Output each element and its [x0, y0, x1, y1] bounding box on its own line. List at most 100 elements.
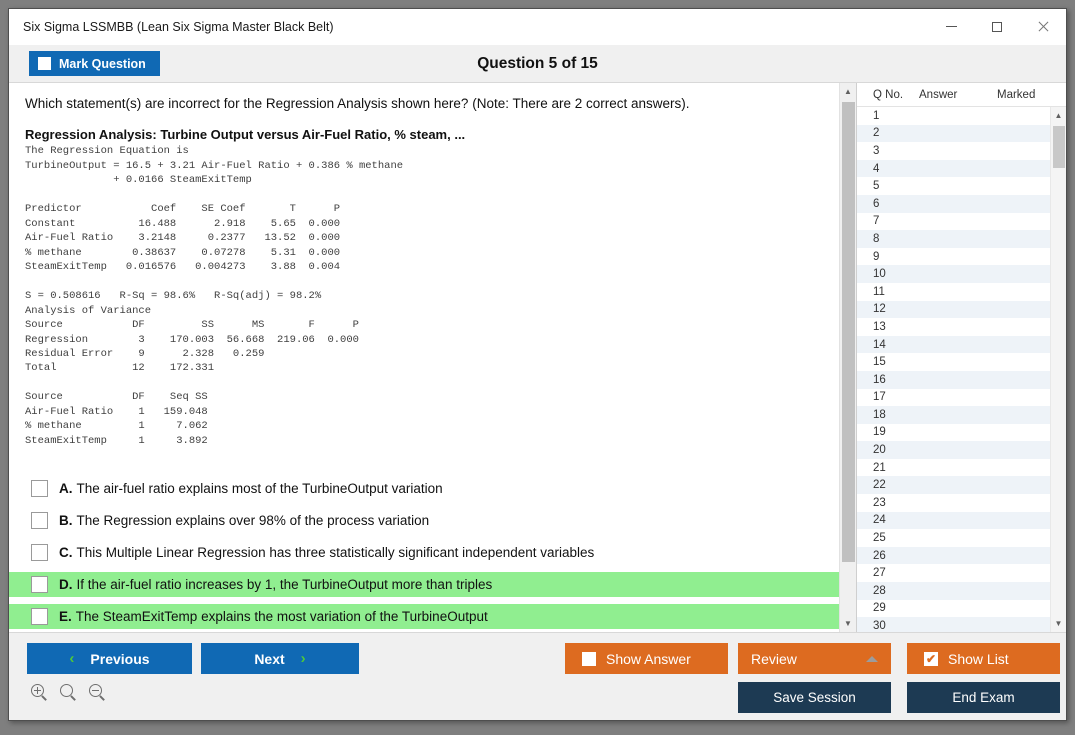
question-list-cell-q: 21: [857, 462, 917, 474]
question-list-row[interactable]: 19: [857, 424, 1050, 442]
question-list-row[interactable]: 9: [857, 248, 1050, 266]
list-scroll-up-icon[interactable]: ▲: [1050, 107, 1067, 124]
mark-question-checkbox-icon[interactable]: [38, 57, 51, 70]
question-list-scrollbar-thumb[interactable]: [1053, 126, 1065, 168]
question-list-cell-q: 28: [857, 585, 917, 597]
save-session-button[interactable]: Save Session: [738, 682, 891, 713]
answer-option-checkbox-icon[interactable]: [31, 608, 48, 625]
question-list-row[interactable]: 30: [857, 617, 1050, 632]
question-prompt: Which statement(s) are incorrect for the…: [9, 93, 839, 113]
previous-label: Previous: [90, 651, 149, 667]
question-list-cell-q: 19: [857, 426, 917, 438]
question-list-row[interactable]: 6: [857, 195, 1050, 213]
question-list-row[interactable]: 7: [857, 213, 1050, 231]
close-icon[interactable]: [1020, 9, 1066, 44]
question-list-row[interactable]: 26: [857, 547, 1050, 565]
previous-button[interactable]: ‹ Previous: [27, 643, 192, 674]
question-list-row[interactable]: 21: [857, 459, 1050, 477]
question-list-row[interactable]: 15: [857, 353, 1050, 371]
footer-toolbar: ‹ Previous Next › Show Answer Review ✔ S…: [9, 632, 1066, 720]
content-scrollbar[interactable]: ▲ ▼: [839, 83, 856, 632]
show-list-label: Show List: [948, 651, 1009, 667]
question-list-cell-q: 11: [857, 286, 917, 298]
question-list-row[interactable]: 16: [857, 371, 1050, 389]
show-answer-button[interactable]: Show Answer: [565, 643, 728, 674]
answer-option-row[interactable]: D.If the air-fuel ratio increases by 1, …: [9, 572, 839, 597]
question-content-pane: Which statement(s) are incorrect for the…: [9, 83, 839, 632]
next-button[interactable]: Next ›: [201, 643, 359, 674]
question-list-cell-q: 8: [857, 233, 917, 245]
question-list-cell-q: 18: [857, 409, 917, 421]
chevron-right-icon: ›: [301, 650, 306, 667]
question-list-row[interactable]: 24: [857, 512, 1050, 530]
answer-option-row[interactable]: C.This Multiple Linear Regression has th…: [9, 540, 839, 565]
answer-option-text: The SteamExitTemp explains the most vari…: [76, 609, 488, 624]
question-list-row[interactable]: 4: [857, 160, 1050, 178]
question-list-row[interactable]: 17: [857, 389, 1050, 407]
show-answer-checkbox-icon[interactable]: [582, 652, 596, 666]
question-list-row[interactable]: 1: [857, 107, 1050, 125]
question-list-cell-q: 27: [857, 567, 917, 579]
main-body: Which statement(s) are incorrect for the…: [9, 83, 1066, 632]
question-list-row[interactable]: 11: [857, 283, 1050, 301]
question-list-row[interactable]: 8: [857, 230, 1050, 248]
window-controls: [928, 9, 1066, 44]
show-list-button[interactable]: ✔ Show List: [907, 643, 1060, 674]
question-list-scrollbar[interactable]: ▲ ▼: [1050, 107, 1066, 632]
answer-option-row[interactable]: B.The Regression explains over 98% of th…: [9, 508, 839, 533]
save-session-label: Save Session: [773, 690, 856, 705]
answer-option-row[interactable]: E.The SteamExitTemp explains the most va…: [9, 604, 839, 629]
answer-option-row[interactable]: A.The air-fuel ratio explains most of th…: [9, 476, 839, 501]
question-list-row[interactable]: 27: [857, 564, 1050, 582]
question-list-row[interactable]: 18: [857, 406, 1050, 424]
column-header-answer: Answer: [919, 89, 997, 101]
answer-option-checkbox-icon[interactable]: [31, 480, 48, 497]
review-dropdown[interactable]: Review: [738, 643, 891, 674]
zoom-in-icon[interactable]: [31, 684, 47, 700]
question-list-cell-q: 16: [857, 374, 917, 386]
question-list-cell-q: 23: [857, 497, 917, 509]
question-list-cell-q: 22: [857, 479, 917, 491]
question-list-row[interactable]: 25: [857, 529, 1050, 547]
scroll-up-icon[interactable]: ▲: [840, 83, 857, 100]
zoom-out-icon[interactable]: [89, 684, 105, 700]
question-list-row[interactable]: 28: [857, 582, 1050, 600]
answer-option-checkbox-icon[interactable]: [31, 512, 48, 529]
question-list-row[interactable]: 20: [857, 441, 1050, 459]
question-list-cell-q: 26: [857, 550, 917, 562]
answer-option-text: The air-fuel ratio explains most of the …: [77, 481, 443, 496]
question-list-cell-q: 24: [857, 514, 917, 526]
window-title: Six Sigma LSSMBB (Lean Six Sigma Master …: [9, 20, 334, 34]
answer-option-text: If the air-fuel ratio increases by 1, th…: [77, 577, 493, 592]
end-exam-button[interactable]: End Exam: [907, 682, 1060, 713]
chevron-up-icon[interactable]: [866, 656, 878, 662]
question-list-cell-q: 6: [857, 198, 917, 210]
question-list-row[interactable]: 3: [857, 142, 1050, 160]
question-list-row[interactable]: 14: [857, 336, 1050, 354]
question-list-row[interactable]: 23: [857, 494, 1050, 512]
question-list-row[interactable]: 22: [857, 476, 1050, 494]
question-header-bar: Mark Question Question 5 of 15: [9, 45, 1066, 83]
question-list-row[interactable]: 5: [857, 177, 1050, 195]
content-scrollbar-thumb[interactable]: [842, 102, 855, 562]
question-list-row[interactable]: 29: [857, 600, 1050, 618]
list-scroll-down-icon[interactable]: ▼: [1050, 615, 1067, 632]
question-list-cell-q: 9: [857, 251, 917, 263]
question-list-row[interactable]: 12: [857, 301, 1050, 319]
question-list-cell-q: 29: [857, 602, 917, 614]
answer-option-checkbox-icon[interactable]: [31, 544, 48, 561]
question-list-header: Q No. Answer Marked: [857, 83, 1066, 107]
show-list-checkbox-icon[interactable]: ✔: [924, 652, 938, 666]
question-list-cell-q: 7: [857, 215, 917, 227]
scroll-down-icon[interactable]: ▼: [840, 615, 857, 632]
maximize-icon[interactable]: [974, 9, 1020, 44]
minimize-icon[interactable]: [928, 9, 974, 44]
question-list-row[interactable]: 2: [857, 125, 1050, 143]
answer-option-text: The Regression explains over 98% of the …: [77, 513, 430, 528]
question-list-row[interactable]: 10: [857, 265, 1050, 283]
zoom-reset-icon[interactable]: [60, 684, 76, 700]
question-list-row[interactable]: 13: [857, 318, 1050, 336]
mark-question-button[interactable]: Mark Question: [29, 51, 160, 76]
answer-option-checkbox-icon[interactable]: [31, 576, 48, 593]
review-label: Review: [751, 651, 797, 667]
